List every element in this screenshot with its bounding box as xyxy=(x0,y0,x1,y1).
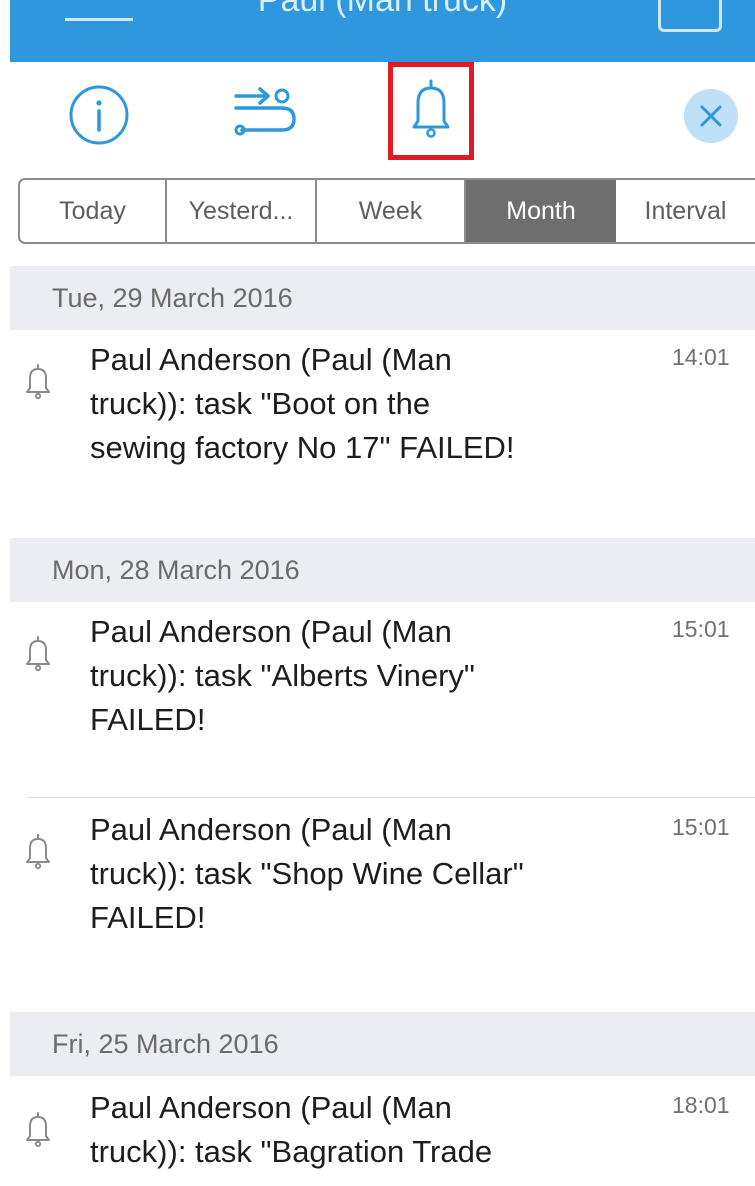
notification-line: truck)): task "Shop Wine Cellar" xyxy=(90,856,524,891)
date-header: Tue, 29 March 2016 xyxy=(10,266,755,330)
close-button[interactable] xyxy=(683,88,739,144)
notification-time: 15:01 xyxy=(672,814,730,840)
notification-line: Paul Anderson (Paul (Man xyxy=(90,342,452,377)
app-header: Paul (Man truck) xyxy=(10,0,755,62)
notifications-button[interactable] xyxy=(388,62,474,160)
route-icon xyxy=(234,87,296,136)
notification-text: Paul Anderson (Paul (Man truck)): task "… xyxy=(90,1086,650,1174)
notification-line: FAILED! xyxy=(90,702,206,737)
header-action-button[interactable] xyxy=(658,0,722,32)
notification-line: Paul Anderson (Paul (Man xyxy=(90,812,452,847)
notification-time: 18:01 xyxy=(672,1092,730,1118)
notification-line: sewing factory No 17" FAILED! xyxy=(90,430,515,465)
date-header: Mon, 28 March 2016 xyxy=(10,538,755,602)
notification-item[interactable]: Paul Anderson (Paul (Man truck)): task "… xyxy=(10,808,755,948)
notification-item[interactable]: Paul Anderson (Paul (Man truck)): task "… xyxy=(10,338,755,478)
notification-line: truck)): task "Alberts Vinery" xyxy=(90,658,475,693)
notification-item[interactable]: Paul Anderson (Paul (Man truck)): task "… xyxy=(10,1086,755,1186)
bell-icon xyxy=(26,834,50,870)
date-header: Fri, 25 March 2016 xyxy=(10,1012,755,1076)
divider xyxy=(28,797,755,798)
bell-icon xyxy=(26,364,50,400)
toolbar xyxy=(10,62,755,164)
notification-time: 14:01 xyxy=(672,344,730,370)
bell-icon xyxy=(26,636,50,672)
filter-yesterday[interactable]: Yesterd... xyxy=(167,180,317,242)
notification-line: FAILED! xyxy=(90,900,206,935)
route-button[interactable] xyxy=(230,80,300,146)
period-filter: Today Yesterd... Week Month Interval xyxy=(18,178,755,244)
notification-text: Paul Anderson (Paul (Man truck)): task "… xyxy=(90,808,650,940)
filter-interval[interactable]: Interval xyxy=(616,180,755,242)
info-icon xyxy=(69,85,129,145)
notification-text: Paul Anderson (Paul (Man truck)): task "… xyxy=(90,338,650,470)
notification-line: truck)): task "Bagration Trade xyxy=(90,1134,493,1169)
notification-time: 15:01 xyxy=(672,616,730,642)
close-icon xyxy=(684,89,738,143)
bell-icon xyxy=(26,1112,50,1148)
notification-line: Paul Anderson (Paul (Man xyxy=(90,614,452,649)
filter-week[interactable]: Week xyxy=(317,180,466,242)
notification-item[interactable]: Paul Anderson (Paul (Man truck)): task "… xyxy=(10,610,755,750)
filter-month[interactable]: Month xyxy=(466,180,616,242)
notification-line: truck)): task "Boot on the xyxy=(90,386,431,421)
notification-text: Paul Anderson (Paul (Man truck)): task "… xyxy=(90,610,650,742)
header-title: Paul (Man truck) xyxy=(257,0,508,19)
info-button[interactable] xyxy=(66,82,132,148)
notification-line: Paul Anderson (Paul (Man xyxy=(90,1090,452,1125)
filter-today[interactable]: Today xyxy=(20,180,167,242)
bell-icon xyxy=(412,79,450,138)
